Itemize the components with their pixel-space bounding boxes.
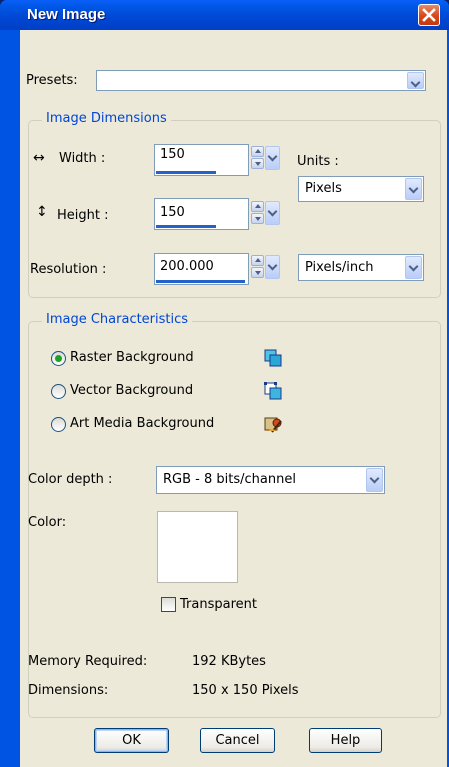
height-value: 150	[160, 205, 185, 220]
units-label: Units :	[297, 154, 339, 169]
resolution-input[interactable]: 200.000	[154, 253, 249, 285]
raster-layer-icon	[264, 349, 282, 367]
width-arrow-icon: ↔	[33, 150, 45, 166]
height-spinner[interactable]	[251, 201, 264, 225]
resolution-value: 200.000	[160, 259, 214, 274]
chevron-down-icon[interactable]	[405, 178, 422, 200]
units-dropdown[interactable]: Pixels	[298, 176, 424, 202]
width-slider-bar[interactable]	[156, 171, 216, 174]
resolution-dropdown-button[interactable]	[265, 255, 280, 279]
presets-dropdown[interactable]	[96, 70, 426, 91]
resolution-units-dropdown[interactable]: Pixels/inch	[298, 254, 424, 281]
chevron-down-icon[interactable]	[366, 468, 383, 492]
resolution-label: Resolution :	[30, 262, 107, 277]
width-value: 150	[160, 147, 185, 162]
memory-required-value: 192 KBytes	[192, 654, 266, 669]
cancel-button[interactable]: Cancel	[200, 728, 275, 753]
art-media-layer-icon	[264, 417, 282, 433]
resolution-slider-bar[interactable]	[156, 280, 245, 283]
units-value: Pixels	[305, 181, 342, 196]
memory-required-label: Memory Required:	[28, 654, 148, 669]
chevron-down-icon[interactable]	[405, 256, 422, 279]
color-swatch[interactable]	[157, 511, 238, 583]
dialog-title: New Image	[27, 6, 106, 23]
art-media-background-label: Art Media Background	[70, 416, 215, 431]
spin-down-icon[interactable]	[251, 267, 264, 278]
spin-down-icon[interactable]	[251, 213, 264, 224]
color-depth-dropdown[interactable]: RGB - 8 bits/channel	[156, 466, 385, 494]
height-slider-bar[interactable]	[156, 225, 216, 228]
vector-layer-icon	[264, 382, 282, 400]
raster-background-radio[interactable]	[51, 351, 66, 366]
vector-background-label: Vector Background	[70, 383, 194, 398]
color-depth-label: Color depth :	[28, 472, 113, 487]
image-dimensions-title: Image Dimensions	[42, 111, 171, 126]
art-media-background-radio[interactable]	[51, 417, 66, 432]
height-input[interactable]: 150	[154, 198, 249, 230]
spin-up-icon[interactable]	[251, 146, 264, 157]
transparent-checkbox[interactable]	[161, 597, 176, 612]
spin-up-icon[interactable]	[251, 201, 264, 212]
spin-down-icon[interactable]	[251, 158, 264, 169]
resolution-spinner[interactable]	[251, 255, 264, 279]
dimensions-label: Dimensions:	[28, 683, 109, 698]
color-depth-value: RGB - 8 bits/channel	[163, 472, 296, 487]
height-arrow-icon: ↕	[36, 204, 48, 220]
width-dropdown-button[interactable]	[265, 146, 280, 170]
width-input[interactable]: 150	[154, 144, 249, 176]
close-icon	[422, 8, 436, 22]
title-bar[interactable]: New Image	[0, 0, 449, 30]
chevron-down-icon[interactable]	[407, 72, 424, 89]
close-button[interactable]	[418, 4, 440, 26]
dimensions-value: 150 x 150 Pixels	[192, 683, 299, 698]
image-characteristics-title: Image Characteristics	[42, 312, 193, 327]
height-label: Height :	[57, 208, 109, 223]
vector-background-radio[interactable]	[51, 384, 66, 399]
dialog-body: Presets: Image Dimensions ↔ Width : 150 …	[20, 30, 447, 767]
transparent-label: Transparent	[180, 597, 257, 612]
color-label: Color:	[28, 515, 67, 530]
width-label: Width :	[59, 151, 106, 166]
presets-label: Presets:	[26, 73, 78, 88]
resolution-units-value: Pixels/inch	[305, 260, 374, 275]
width-spinner[interactable]	[251, 146, 264, 170]
height-dropdown-button[interactable]	[265, 201, 280, 225]
raster-background-label: Raster Background	[70, 350, 194, 365]
ok-button[interactable]: OK	[94, 728, 169, 753]
new-image-dialog: New Image Presets: Image Dimensions ↔ Wi…	[0, 0, 449, 767]
spin-up-icon[interactable]	[251, 255, 264, 266]
help-button[interactable]: Help	[309, 728, 382, 753]
